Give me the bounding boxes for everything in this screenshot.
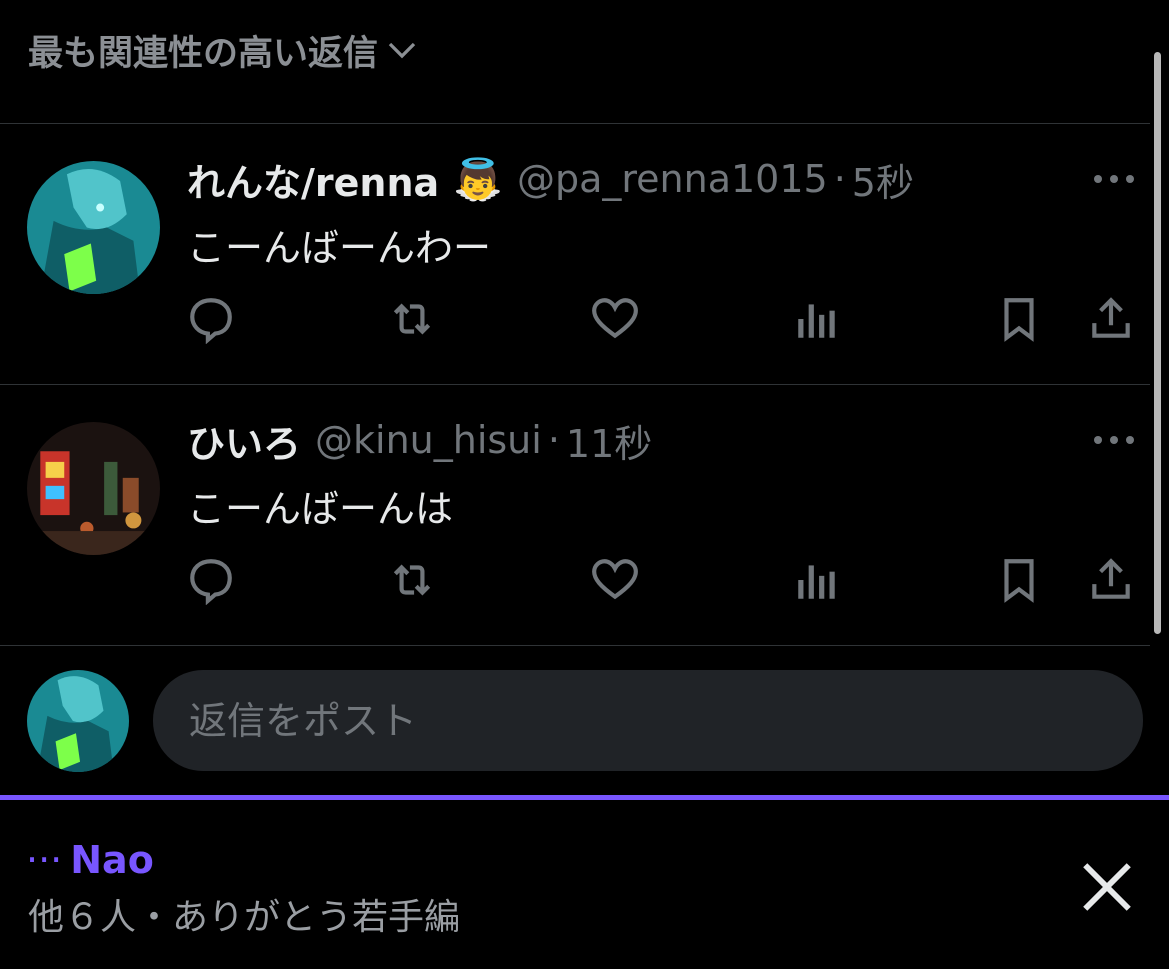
sort-dropdown[interactable]: 最も関連性の高い返信 (28, 22, 420, 78)
notification-name: Nao (70, 838, 154, 882)
display-name[interactable]: ひいろ (187, 413, 301, 468)
more-icon[interactable] (1092, 155, 1136, 203)
separator: · (833, 157, 846, 201)
chevron-down-icon (388, 42, 416, 59)
repost-icon[interactable] (387, 555, 437, 605)
separator: · (547, 418, 560, 462)
like-icon[interactable] (590, 294, 640, 344)
avatar[interactable] (27, 670, 129, 772)
divider (0, 384, 1150, 385)
views-icon[interactable] (792, 555, 842, 605)
repost-icon[interactable] (387, 294, 437, 344)
avatar[interactable] (27, 161, 160, 294)
tweet-header: ひいろ @kinu_hisui · 11秒 (187, 416, 652, 466)
share-icon[interactable] (1086, 555, 1136, 605)
more-icon[interactable] (1092, 416, 1136, 464)
share-icon[interactable] (1086, 294, 1136, 344)
notification-subtitle: 他６人・ありがとう若手編 (28, 897, 461, 938)
reply-input[interactable] (153, 670, 1143, 771)
reply-icon[interactable] (186, 555, 236, 606)
timestamp[interactable]: 5秒 (852, 152, 914, 207)
tweet-header: れんな/renna 👼 @pa_renna1015 · 5秒 (187, 155, 914, 205)
username[interactable]: @kinu_hisui (315, 418, 542, 462)
notification-title: ··· Nao (26, 838, 154, 882)
tweet[interactable]: れんな/renna 👼 @pa_renna1015 · 5秒 こーんばーんわー (0, 155, 1150, 383)
reply-icon[interactable] (186, 294, 236, 345)
divider (0, 645, 1150, 646)
reply-composer (0, 660, 1169, 780)
notification-banner[interactable]: ··· Nao 他６人・ありがとう若手編 (0, 800, 1169, 969)
like-icon[interactable] (590, 555, 640, 605)
bookmark-icon[interactable] (994, 555, 1044, 605)
timestamp[interactable]: 11秒 (566, 413, 652, 468)
dots-icon: ··· (26, 838, 63, 882)
tweet-text: こーんばーんわー (187, 226, 492, 270)
username[interactable]: @pa_renna1015 (517, 157, 828, 201)
tweet[interactable]: ひいろ @kinu_hisui · 11秒 こーんばーんは (0, 416, 1150, 644)
views-icon[interactable] (792, 294, 842, 344)
divider (0, 123, 1150, 124)
bookmark-icon[interactable] (994, 294, 1044, 344)
sort-label: 最も関連性の高い返信 (28, 33, 379, 74)
scrollbar[interactable] (1154, 52, 1161, 634)
display-name[interactable]: れんな/renna (187, 152, 439, 207)
tweet-text: こーんばーんは (187, 487, 454, 531)
close-icon[interactable] (1078, 858, 1136, 916)
avatar[interactable] (27, 422, 160, 555)
angel-emoji: 👼 (453, 156, 503, 203)
